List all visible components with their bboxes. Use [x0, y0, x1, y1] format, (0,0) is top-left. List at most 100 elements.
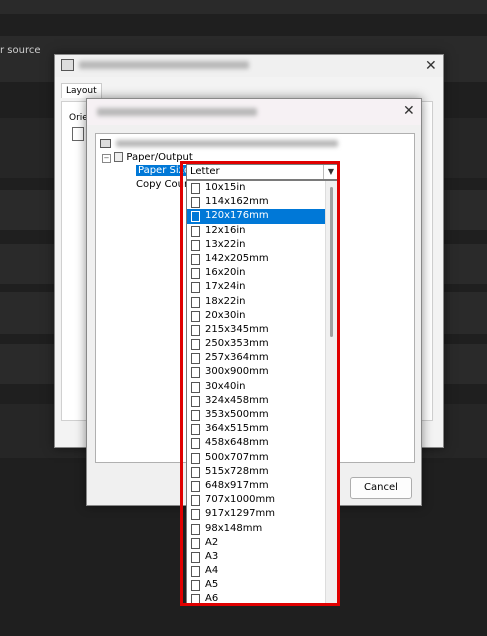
paper-size-option[interactable]: 13x22in: [187, 238, 326, 252]
paper-size-value: Letter: [190, 166, 220, 177]
printer-icon: [61, 59, 74, 71]
paper-size-option-label: 18x22in: [205, 295, 246, 307]
paper-size-option[interactable]: 300x900mm: [187, 365, 326, 379]
paper-size-option-label: A4: [205, 565, 219, 577]
document-icon: [191, 268, 200, 280]
paper-size-option[interactable]: 142x205mm: [187, 252, 326, 266]
chevron-down-icon[interactable]: ▼: [323, 165, 338, 179]
document-icon: [191, 225, 200, 237]
paper-size-option-label: 98x148mm: [205, 522, 263, 534]
document-icon: [191, 594, 200, 603]
tree-root[interactable]: [100, 138, 338, 149]
orientation-icon[interactable]: [72, 127, 84, 141]
paper-size-option-label: 515x728mm: [205, 465, 269, 477]
document-icon: [191, 296, 200, 308]
paper-size-option[interactable]: 10x15in: [187, 181, 326, 195]
paper-size-option[interactable]: A3: [187, 550, 326, 564]
close-icon[interactable]: ✕: [403, 103, 415, 119]
paper-size-option[interactable]: A6: [187, 592, 326, 604]
outer-title-bar: ✕: [55, 55, 443, 77]
tree-node-copy-count[interactable]: Copy Coun: [136, 179, 190, 190]
document-icon: [191, 282, 200, 294]
paper-size-option[interactable]: 18x22in: [187, 295, 326, 309]
paper-size-option[interactable]: 98x148mm: [187, 522, 326, 536]
paper-size-option[interactable]: 120x176mm: [187, 209, 326, 224]
document-icon: [191, 424, 200, 436]
paper-size-option-label: 142x205mm: [205, 252, 269, 264]
document-icon: [191, 367, 200, 379]
paper-size-option-label: 364x515mm: [205, 423, 269, 435]
paper-size-option[interactable]: 353x500mm: [187, 408, 326, 422]
close-icon[interactable]: ✕: [425, 58, 437, 74]
paper-size-option-label: 300x900mm: [205, 366, 269, 378]
paper-size-option-label: 707x1000mm: [205, 494, 275, 506]
document-icon: [191, 253, 200, 265]
cancel-button[interactable]: Cancel: [350, 477, 412, 499]
document-icon: [191, 495, 200, 507]
paper-size-option-label: 20x30in: [205, 309, 246, 321]
document-icon: [191, 551, 200, 563]
paper-size-option-label: A3: [205, 550, 219, 562]
paper-size-option[interactable]: 324x458mm: [187, 394, 326, 408]
paper-size-option-label: 324x458mm: [205, 394, 269, 406]
document-icon: [191, 239, 200, 251]
paper-size-option[interactable]: A4: [187, 564, 326, 578]
document-icon: [191, 410, 200, 421]
paper-size-option[interactable]: 16x20in: [187, 266, 326, 280]
background-source-label: r source: [0, 45, 41, 56]
paper-size-option[interactable]: 458x648mm: [187, 436, 326, 450]
paper-size-option-label: 215x345mm: [205, 323, 269, 335]
paper-size-option[interactable]: 515x728mm: [187, 465, 326, 479]
tree-node-paper-output[interactable]: − Paper/Output: [102, 152, 193, 163]
paper-size-option-label: 13x22in: [205, 238, 246, 250]
paper-size-option[interactable]: 17x24in: [187, 280, 326, 294]
dropdown-scrollbar[interactable]: [325, 181, 338, 603]
document-icon: [191, 566, 200, 578]
paper-size-option[interactable]: 114x162mm: [187, 195, 326, 209]
paper-size-option-label: 917x1297mm: [205, 508, 275, 520]
paper-size-option[interactable]: 215x345mm: [187, 323, 326, 337]
paper-size-combobox[interactable]: Letter ▼: [186, 164, 339, 180]
blurred-tree-root: [116, 140, 338, 147]
collapse-icon[interactable]: −: [102, 154, 111, 163]
paper-size-option[interactable]: 250x353mm: [187, 337, 326, 351]
paper-size-option-label: 120x176mm: [205, 210, 269, 222]
paper-size-option[interactable]: 500x707mm: [187, 451, 326, 465]
paper-size-option[interactable]: 648x917mm: [187, 479, 326, 493]
document-icon: [191, 523, 200, 535]
paper-size-option[interactable]: A2: [187, 536, 326, 550]
paper-size-option[interactable]: 30x40in: [187, 380, 326, 394]
paper-output-label: Paper/Output: [126, 152, 193, 163]
document-icon: [191, 480, 200, 492]
document-icon: [191, 438, 200, 450]
paper-size-option-label: 114x162mm: [205, 196, 269, 208]
paper-size-option-label: 500x707mm: [205, 451, 269, 463]
paper-size-option-label: 648x917mm: [205, 479, 269, 491]
paper-size-dropdown-list[interactable]: 10x15in 114x162mm 120x176mm 12x16in 13x22in 1…: [186, 180, 339, 604]
scrollbar-thumb[interactable]: [330, 187, 333, 337]
document-icon: [191, 310, 200, 322]
blurred-title: [97, 108, 257, 116]
paper-size-option[interactable]: 917x1297mm: [187, 507, 326, 521]
paper-size-option[interactable]: 12x16in: [187, 224, 326, 238]
settings-icon: [114, 152, 124, 162]
document-icon: [191, 452, 200, 464]
document-icon: [191, 381, 200, 393]
tab-layout[interactable]: Layout: [61, 83, 102, 98]
paper-size-option[interactable]: 257x364mm: [187, 351, 326, 365]
bg-band: [0, 0, 487, 14]
paper-size-option-label: 17x24in: [205, 281, 246, 293]
blurred-title: [79, 61, 249, 69]
paper-size-option[interactable]: 20x30in: [187, 309, 326, 323]
paper-size-option[interactable]: A5: [187, 578, 326, 592]
paper-size-option-label: A5: [205, 579, 219, 591]
paper-size-option[interactable]: 707x1000mm: [187, 493, 326, 507]
paper-size-option-label: 16x20in: [205, 267, 246, 279]
document-icon: [191, 339, 200, 351]
paper-size-options: 10x15in 114x162mm 120x176mm 12x16in 13x22in 1…: [187, 181, 326, 604]
paper-size-option[interactable]: 364x515mm: [187, 422, 326, 436]
paper-size-option-label: 12x16in: [205, 224, 246, 236]
document-icon: [191, 509, 200, 521]
paper-size-option-label: A6: [205, 593, 219, 604]
paper-size-option-label: 353x500mm: [205, 409, 269, 420]
